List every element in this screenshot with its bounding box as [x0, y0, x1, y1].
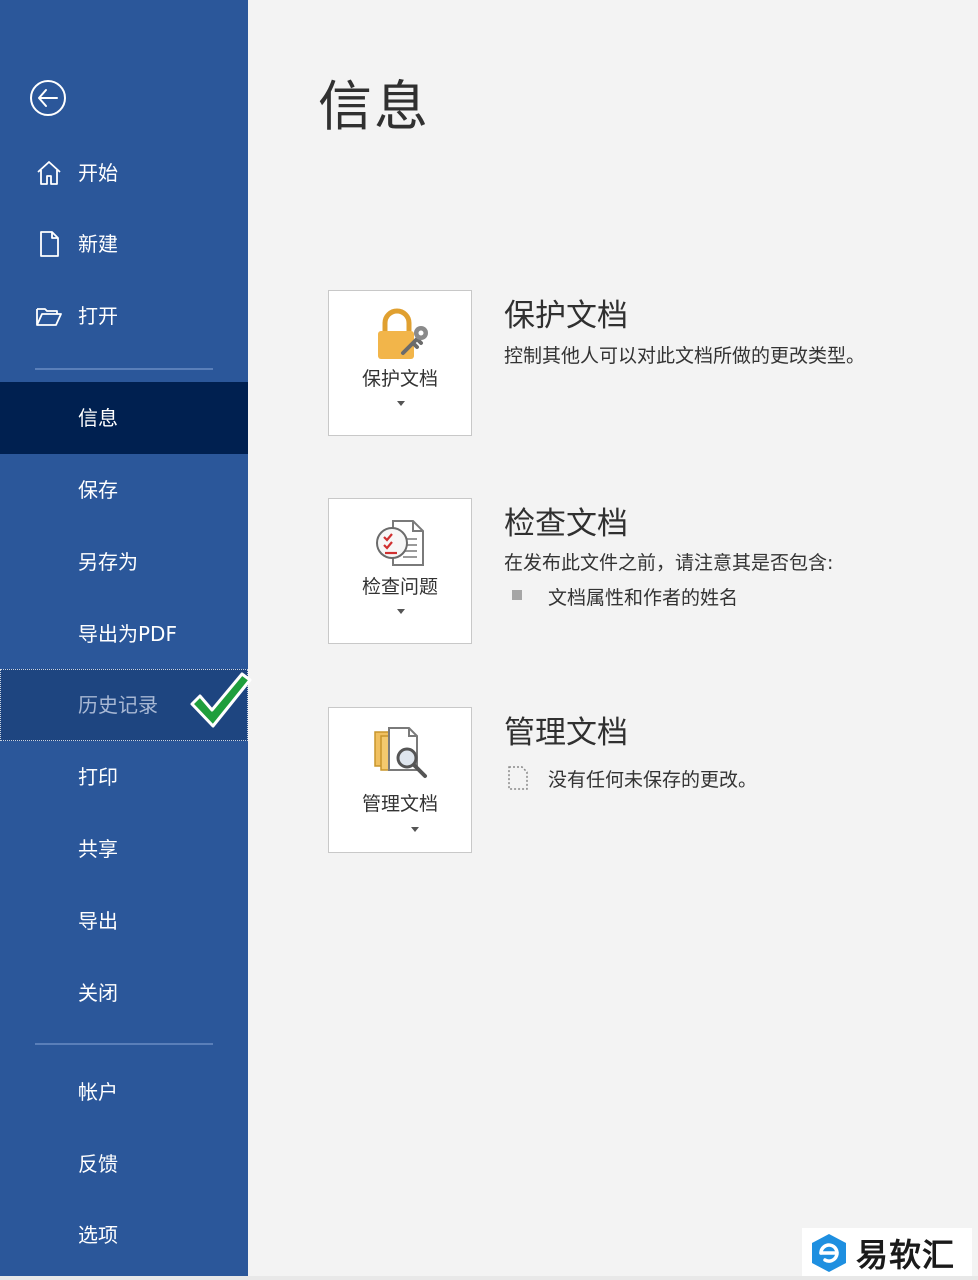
protect-document-label: 保护文档	[361, 368, 438, 390]
sidebar-item-save[interactable]: 保存	[0, 454, 248, 526]
sidebar-item-label: 保存	[78, 478, 118, 502]
page-title: 信息	[318, 75, 430, 138]
watermark-text: 易软汇	[856, 1236, 956, 1274]
inspect-document-title: 检查文档	[504, 506, 628, 542]
sidebar-item-label: 打开	[78, 304, 118, 328]
sidebar-item-feedback[interactable]: 反馈	[0, 1128, 248, 1200]
sidebar-item-label: 信息	[78, 406, 118, 430]
bottom-strip	[0, 1276, 978, 1280]
sidebar-item-save-as[interactable]: 另存为	[0, 526, 248, 598]
sidebar-item-label: 帐户	[78, 1080, 118, 1104]
sidebar-item-label: 新建	[78, 232, 118, 256]
sidebar-item-label: 导出为PDF	[78, 622, 177, 646]
inspect-bullet-item: 文档属性和作者的姓名	[548, 587, 739, 609]
sidebar-divider	[35, 368, 213, 370]
sidebar-item-info[interactable]: 信息	[0, 382, 248, 454]
sidebar-item-new[interactable]: 新建	[0, 216, 248, 272]
manage-document-label: 管理文档	[361, 793, 438, 815]
sidebar-item-label: 反馈	[78, 1152, 118, 1176]
back-arrow-icon[interactable]	[28, 78, 68, 118]
manage-documents-icon	[374, 727, 427, 778]
site-watermark: 易软汇	[802, 1228, 972, 1278]
sidebar-item-share[interactable]: 共享	[0, 813, 248, 885]
manage-document-note: 没有任何未保存的更改。	[548, 769, 758, 791]
home-icon	[37, 161, 61, 185]
chevron-down-icon	[397, 401, 405, 406]
lock-key-icon	[378, 308, 428, 359]
chevron-down-icon	[411, 827, 419, 832]
chevron-down-icon	[397, 609, 405, 614]
green-checkmark-icon	[190, 672, 252, 728]
brand-logo-icon	[812, 1234, 846, 1272]
sidebar-item-export[interactable]: 导出	[0, 885, 248, 957]
sidebar-item-label: 导出	[78, 909, 118, 933]
protect-document-button[interactable]: 保护文档	[328, 290, 472, 436]
sidebar-item-label: 开始	[78, 161, 118, 185]
manage-document-title: 管理文档	[504, 715, 628, 751]
new-document-icon	[40, 231, 59, 257]
sidebar-item-home[interactable]: 开始	[0, 145, 248, 201]
sidebar-item-export-pdf[interactable]: 导出为PDF	[0, 598, 248, 670]
protect-document-description: 控制其他人可以对此文档所做的更改类型。	[504, 345, 866, 367]
sidebar-item-options[interactable]: 选项	[0, 1199, 248, 1271]
sidebar-item-label: 打印	[78, 765, 118, 789]
sidebar-item-label: 选项	[78, 1223, 118, 1247]
bullet-square	[512, 590, 522, 600]
sidebar-item-label: 关闭	[78, 981, 118, 1005]
inspect-document-description: 在发布此文件之前，请注意其是否包含:	[504, 552, 834, 574]
sidebar-item-close[interactable]: 关闭	[0, 957, 248, 1029]
sidebar-item-print[interactable]: 打印	[0, 741, 248, 813]
backstage-sidebar: 开始 新建 打开 信息 保存 另存为 导出为PDF 历史记录 打印 共享 导出 …	[0, 0, 248, 1280]
manage-document-button[interactable]: 管理文档	[328, 707, 472, 853]
sidebar-item-open[interactable]: 打开	[0, 288, 248, 344]
unsaved-document-icon	[508, 766, 528, 790]
sidebar-item-label: 历史记录	[78, 693, 158, 717]
sidebar-item-account[interactable]: 帐户	[0, 1056, 248, 1128]
open-folder-icon	[36, 308, 62, 326]
protect-document-title: 保护文档	[504, 298, 628, 334]
sidebar-item-label: 共享	[78, 837, 118, 861]
check-issues-button[interactable]: 检查问题	[328, 498, 472, 644]
inspect-document-icon	[376, 520, 424, 566]
check-issues-label: 检查问题	[361, 576, 438, 598]
sidebar-item-label: 另存为	[78, 550, 138, 574]
sidebar-divider	[35, 1043, 213, 1045]
